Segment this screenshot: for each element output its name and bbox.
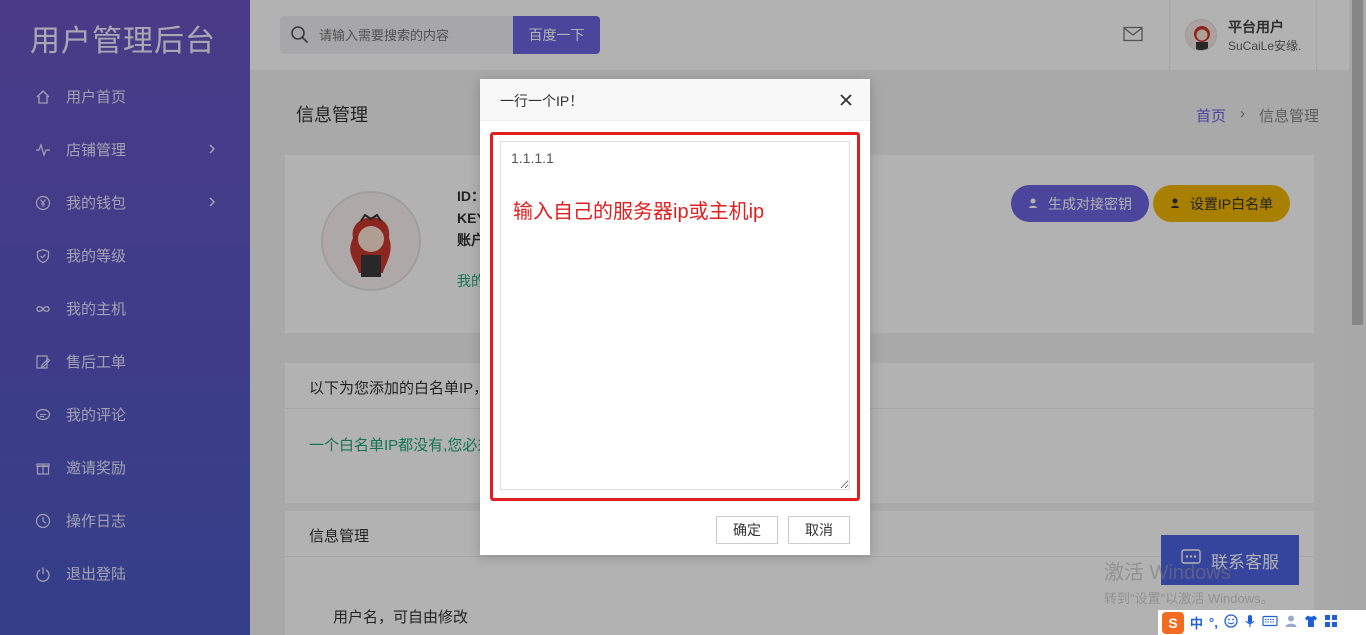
watermark-subtitle: 转到"设置"以激活 Windows。 [1104,591,1274,606]
emoji-icon[interactable] [1224,614,1238,631]
user-account-icon[interactable] [1284,614,1298,631]
cancel-button[interactable]: 取消 [788,516,850,544]
skin-shirt-icon[interactable] [1304,614,1318,631]
ip-textarea[interactable] [500,141,850,490]
ime-toolbar: S 中 °, [1158,610,1366,635]
microphone-icon[interactable] [1244,614,1256,631]
ip-whitelist-dialog: 一行一个IP！ 输入自己的服务器ip或主机ip 确定 取消 [480,79,870,555]
toolbox-grid-icon[interactable] [1324,614,1338,631]
close-icon[interactable] [838,92,854,108]
keyboard-icon[interactable] [1262,615,1278,630]
dialog-title: 一行一个IP！ [500,93,584,109]
ok-button[interactable]: 确定 [716,516,778,544]
ime-punctuation-toggle[interactable]: °, [1209,615,1218,630]
sogou-logo-icon[interactable]: S [1162,611,1184,634]
ime-language-toggle[interactable]: 中 [1190,613,1203,632]
dialog-header: 一行一个IP！ [480,79,870,121]
windows-activation-watermark: 激活 Windows 转到"设置"以激活 Windows。 [1104,556,1274,607]
watermark-title: 激活 Windows [1104,562,1231,584]
annotation-text: 输入自己的服务器ip或主机ip [513,201,765,223]
